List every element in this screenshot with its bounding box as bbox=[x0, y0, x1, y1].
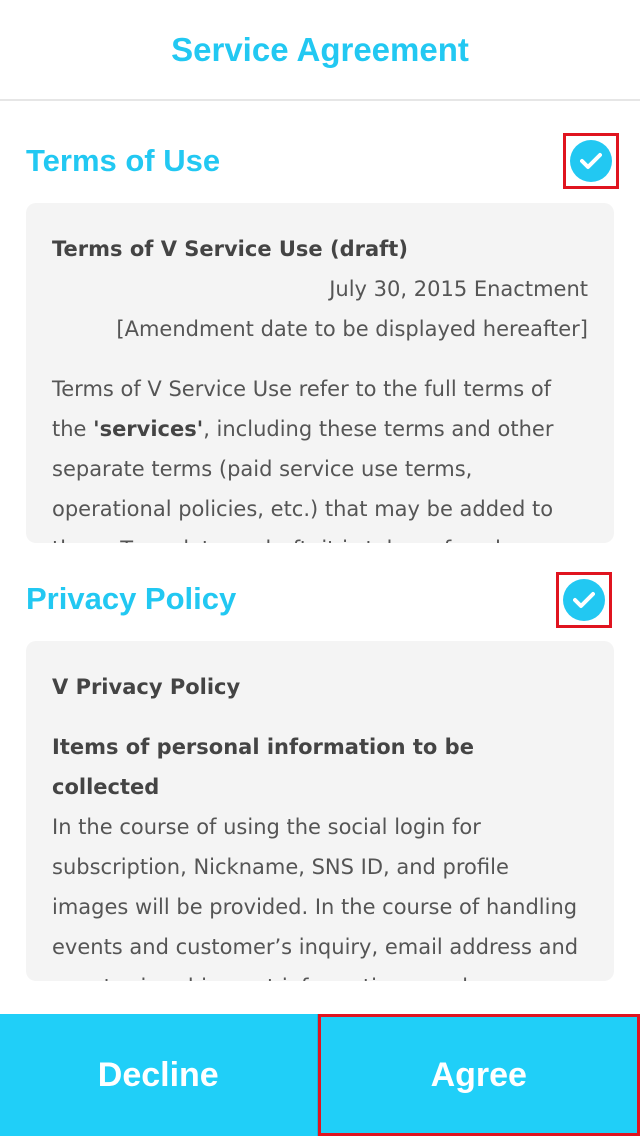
check-icon bbox=[573, 592, 595, 608]
privacy-content-box[interactable]: V Privacy Policy Items of personal infor… bbox=[26, 641, 614, 981]
decline-button[interactable]: Decline bbox=[0, 1014, 318, 1136]
terms-doc-title: Terms of V Service Use (draft) bbox=[52, 237, 408, 261]
terms-section-title: Terms of Use bbox=[26, 143, 221, 178]
header: Service Agreement bbox=[0, 0, 640, 101]
check-circle bbox=[563, 579, 605, 621]
privacy-agree-checkbox[interactable] bbox=[556, 572, 612, 628]
terms-content-box[interactable]: Terms of V Service Use (draft) July 30, … bbox=[26, 203, 614, 543]
bottom-action-bar: Decline Agree bbox=[0, 1014, 640, 1136]
terms-enactment-date: July 30, 2015 Enactment bbox=[329, 277, 588, 301]
privacy-subhead: Items of personal information to be coll… bbox=[52, 735, 474, 799]
privacy-body: In the course of using the social login … bbox=[52, 815, 579, 981]
terms-agree-checkbox[interactable] bbox=[563, 133, 619, 189]
terms-amendment-note: [Amendment date to be displayed hereafte… bbox=[116, 317, 588, 341]
terms-body-bold: 'services' bbox=[93, 417, 204, 441]
check-circle bbox=[570, 140, 612, 182]
privacy-section-title: Privacy Policy bbox=[26, 581, 237, 616]
terms-body: Terms of V Service Use refer to the full… bbox=[52, 369, 588, 543]
agree-button[interactable]: Agree bbox=[317, 1014, 640, 1136]
privacy-doc-title: V Privacy Policy bbox=[52, 675, 241, 699]
page-title: Service Agreement bbox=[171, 30, 469, 68]
service-agreement-screen: Service Agreement Terms of Use Terms of … bbox=[0, 0, 640, 1136]
check-icon bbox=[580, 153, 602, 169]
